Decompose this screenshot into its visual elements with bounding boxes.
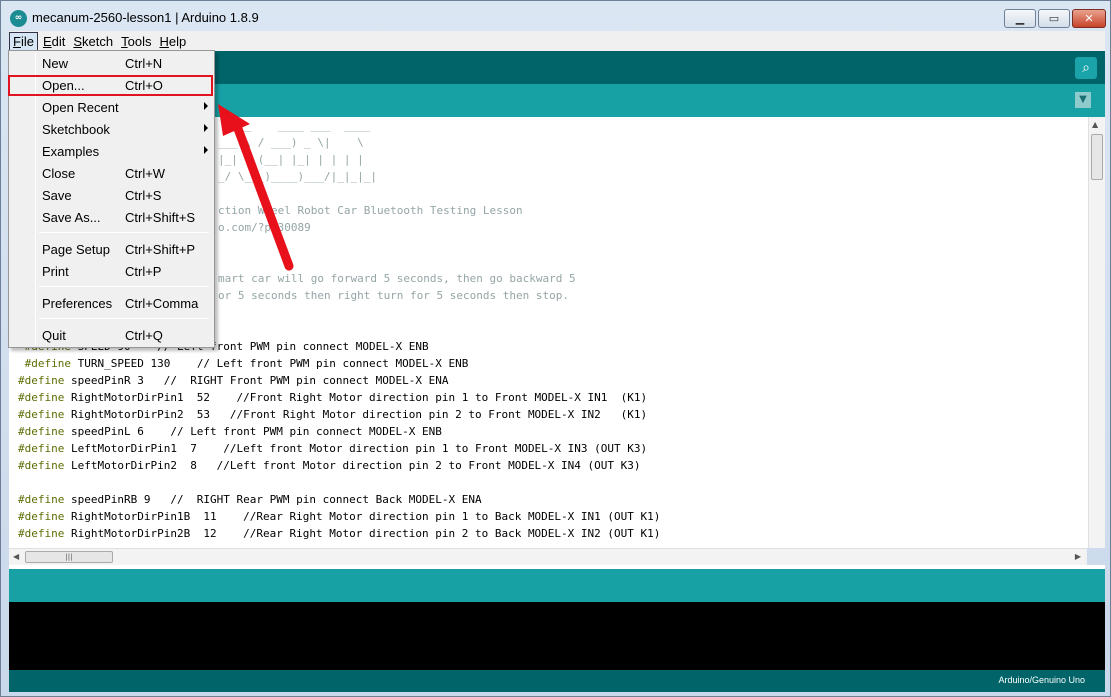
code-keyword: #define [18,459,65,472]
submenu-arrow-icon [204,146,208,154]
footer-bar: Arduino/Genuino Uno [9,670,1105,692]
console-output[interactable] [9,602,1105,670]
code-text-segment: TURN_SPEED 130 // Left front PWM pin con… [70,357,469,370]
menu-item-new[interactable]: New Ctrl+N [12,52,211,74]
code-text-segment: RightMotorDirPin1 52 //Front Right Motor… [64,391,648,404]
menu-item-save[interactable]: Save Ctrl+S [12,184,211,206]
code-text-segment: RightMotorDirPin1B 11 //Rear Right Motor… [64,510,661,523]
code-keyword: #define [18,408,65,421]
board-label: Arduino/Genuino Uno [998,675,1085,685]
menu-item-examples[interactable]: Examples [12,140,211,162]
horizontal-scroll-thumb[interactable]: ||| [25,551,113,563]
code-line: #define LeftMotorDirPin2 8 //Left front … [18,457,660,474]
menu-separator [39,286,209,287]
code-text-segment: ction Wheel Robot Car Bluetooth Testing … [218,204,523,217]
menu-tools[interactable]: Tools [118,33,154,50]
menu-item-print[interactable]: Print Ctrl+P [12,260,211,282]
code-keyword: #define [18,391,65,404]
menu-separator [39,232,209,233]
window-title: mecanum-2560-lesson1 | Arduino 1.8.9 [32,10,259,25]
status-bar [9,569,1105,602]
code-text-segment: speedPinRB 9 // RIGHT Rear PWM pin conne… [64,493,482,506]
code-keyword: #define [18,527,65,540]
menu-separator [39,318,209,319]
code-keyword: #define [18,493,65,506]
close-button[interactable]: ✕ [1072,9,1106,28]
code-keyword: #define [18,442,65,455]
code-line: #define speedPinRB 9 // RIGHT Rear PWM p… [18,491,660,508]
scroll-left-arrow-icon[interactable]: ◀ [13,552,19,561]
menu-item-sketchbook[interactable]: Sketchbook [12,118,211,140]
code-text-segment: speedPinL 6 // Left front PWM pin connec… [64,425,442,438]
code-line: #define RightMotorDirPin1 52 //Front Rig… [18,389,660,406]
minimize-button[interactable]: ▁ [1004,9,1036,28]
menu-help[interactable]: Help [156,33,189,50]
code-text-segment: LeftMotorDirPin1 7 //Left front Motor di… [64,442,648,455]
maximize-button[interactable]: ▭ [1038,9,1070,28]
title-bar[interactable]: ∞ mecanum-2560-lesson1 | Arduino 1.8.9 ▁… [1,1,1111,31]
code-line: #define TURN_SPEED 130 // Left front PWM… [18,355,660,372]
code-text-segment: RightMotorDirPin2 53 //Front Right Motor… [64,408,648,421]
menu-sketch[interactable]: Sketch [70,33,116,50]
code-keyword: #define [18,425,65,438]
code-keyword: #define [18,374,65,387]
code-text-segment: LeftMotorDirPin2 8 //Left front Motor di… [64,459,641,472]
code-text-segment: or 5 seconds then right turn for 5 secon… [218,289,569,302]
code-text-segment: RightMotorDirPin2B 12 //Rear Right Motor… [64,527,661,540]
menu-item-preferences[interactable]: Preferences Ctrl+Comma [12,292,211,314]
submenu-arrow-icon [204,124,208,132]
open-highlight-box [8,75,213,96]
serial-monitor-icon[interactable]: ⌕ [1075,57,1097,79]
code-line: #define RightMotorDirPin2 53 //Front Rig… [18,406,660,423]
menu-item-quit[interactable]: Quit Ctrl+Q [12,324,211,346]
menu-item-page-setup[interactable]: Page Setup Ctrl+Shift+P [12,238,211,260]
code-text-segment: mart car will go forward 5 seconds, then… [218,272,576,285]
code-text-segment: |_| ( (__| |_| | | | | [218,153,364,166]
code-line: #define RightMotorDirPin1B 11 //Rear Rig… [18,508,660,525]
code-text-segment: o.com/?p=30089 [218,221,311,234]
menu-item-save-as[interactable]: Save As... Ctrl+Shift+S [12,206,211,228]
code-text-segment: ___ \ / ___) _ \| \ [218,136,364,149]
menu-file[interactable]: File [9,31,38,51]
code-line: #define speedPinL 6 // Left front PWM pi… [18,423,660,440]
menu-bar: File Edit Sketch Tools Help [9,31,1105,51]
code-text-segment: speedPinR 3 // RIGHT Front PWM pin conne… [64,374,449,387]
code-line: #define LeftMotorDirPin1 7 //Left front … [18,440,660,457]
tab-menu-chevron-down-icon[interactable]: ▼ [1075,92,1091,108]
vertical-scrollbar[interactable]: ▲ [1088,117,1105,548]
code-text-segment: _/ \___)____)___/|_|_|_| [218,170,377,183]
window-controls: ▁ ▭ ✕ [1004,9,1106,28]
arduino-logo-icon: ∞ [10,10,27,27]
menu-edit[interactable]: Edit [40,33,68,50]
code-line: #define RightMotorDirPin2B 12 //Rear Rig… [18,525,660,542]
menu-item-open-recent[interactable]: Open Recent [12,96,211,118]
code-text-segment: ___ ____ ___ ____ [218,119,371,132]
menu-item-close[interactable]: Close Ctrl+W [12,162,211,184]
horizontal-scrollbar[interactable]: ◀ ||| ▶ [9,548,1087,565]
scroll-up-arrow-icon[interactable]: ▲ [1092,120,1098,129]
code-keyword: #define [18,510,65,523]
vertical-scroll-thumb[interactable] [1091,134,1103,180]
code-keyword: #define [18,357,71,370]
code-line: #define speedPinR 3 // RIGHT Front PWM p… [18,372,660,389]
scroll-right-arrow-icon[interactable]: ▶ [1075,552,1081,561]
submenu-arrow-icon [204,102,208,110]
